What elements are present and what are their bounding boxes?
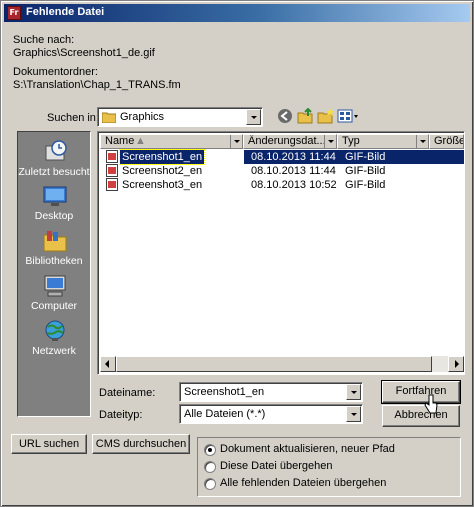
search-for-value: Graphics\Screenshot1_de.gif — [13, 47, 155, 59]
file-name: Screenshot2_en — [122, 165, 203, 177]
place-label: Desktop — [34, 210, 74, 222]
scroll-left-icon[interactable] — [100, 356, 116, 372]
filetype-label: Dateityp: — [99, 409, 143, 421]
scroll-thumb[interactable] — [116, 356, 432, 372]
search-for-label: Suche nach: — [13, 34, 75, 46]
column-filter-icon[interactable] — [324, 135, 336, 148]
window-title: Fehlende Datei — [26, 6, 105, 18]
option-label: Alle fehlenden Dateien übergehen — [220, 477, 387, 489]
filename-label: Dateiname: — [99, 387, 156, 399]
file-row[interactable]: Screenshot2_en 08.10.2013 11:44 GIF-Bild — [102, 164, 464, 178]
desktop-icon — [43, 186, 67, 206]
filetype-dropdown[interactable]: Alle Dateien (*.*) — [179, 404, 363, 424]
folder-icon — [102, 112, 116, 123]
option-skip-file-radio[interactable] — [204, 461, 216, 473]
title-bar[interactable]: Fr Fehlende Datei — [4, 4, 470, 22]
column-filter-icon[interactable] — [230, 135, 242, 148]
file-row[interactable]: Screenshot1_en 08.10.2013 11:44 GIF-Bild — [102, 149, 464, 165]
column-header-size[interactable]: Größe — [429, 134, 464, 149]
file-type: GIF-Bild — [345, 165, 386, 177]
cms-search-button[interactable]: CMS durchsuchen — [92, 434, 190, 454]
file-name: Screenshot3_en — [122, 179, 203, 191]
option-update-path-radio[interactable] — [204, 444, 216, 456]
look-in-value: Graphics — [120, 111, 165, 123]
libraries-icon — [43, 231, 67, 252]
filename-arrow[interactable] — [346, 384, 361, 400]
column-header-name[interactable]: Name ▲ — [100, 134, 243, 149]
gif-file-icon — [106, 150, 118, 163]
document-folder-value: S:\Translation\Chap_1_TRANS.fm — [13, 79, 181, 91]
file-date: 08.10.2013 11:44 — [251, 165, 336, 177]
file-type: GIF-Bild — [345, 179, 386, 191]
place-desktop[interactable]: Desktop — [18, 182, 90, 226]
place-label: Bibliotheken — [25, 255, 83, 267]
file-name: Screenshot1_en — [118, 149, 206, 165]
filename-value: Screenshot1_en — [184, 386, 265, 398]
place-computer[interactable]: Computer — [18, 272, 90, 316]
up-folder-icon[interactable] — [297, 108, 315, 124]
cancel-button[interactable]: Abbrechen — [382, 405, 460, 427]
back-icon[interactable] — [277, 108, 295, 124]
file-row[interactable]: Screenshot3_en 08.10.2013 10:52 GIF-Bild — [102, 178, 464, 192]
recent-icon — [45, 140, 67, 161]
gif-file-icon — [106, 164, 118, 177]
horizontal-scrollbar[interactable] — [100, 356, 464, 372]
column-filter-icon[interactable] — [416, 135, 428, 148]
place-label: Zuletzt besucht — [18, 166, 90, 178]
filename-combo[interactable]: Screenshot1_en — [179, 382, 363, 402]
network-icon — [45, 320, 65, 341]
computer-icon — [44, 275, 66, 297]
file-list[interactable]: Name ▲ Änderungsdat... Typ Größe Screensh… — [97, 131, 465, 375]
file-type: GIF-Bild — [345, 151, 386, 163]
filetype-arrow[interactable] — [346, 406, 361, 422]
file-date: 08.10.2013 10:52 — [251, 179, 337, 191]
document-folder-label: Dokumentordner: — [13, 66, 98, 78]
column-header-date[interactable]: Änderungsdat... — [243, 134, 337, 149]
place-libraries[interactable]: Bibliotheken — [18, 227, 90, 271]
mouse-cursor-icon — [424, 394, 438, 414]
url-search-button[interactable]: URL suchen — [11, 434, 87, 454]
place-label: Computer — [30, 300, 78, 312]
place-network[interactable]: Netzwerk — [18, 317, 90, 361]
option-label: Diese Datei übergehen — [220, 460, 333, 472]
continue-button[interactable]: Fortfahren — [381, 380, 461, 404]
filetype-value: Alle Dateien (*.*) — [184, 408, 266, 420]
place-label: Netzwerk — [32, 345, 76, 357]
look-in-arrow[interactable] — [246, 109, 261, 125]
gif-file-icon — [106, 178, 118, 191]
look-in-dropdown[interactable]: Graphics — [97, 107, 263, 127]
view-menu-icon[interactable] — [337, 108, 359, 124]
file-date: 08.10.2013 11:44 — [251, 151, 336, 163]
scroll-right-icon[interactable] — [448, 356, 464, 372]
missing-file-dialog: Fr Fehlende Datei Suche nach: Graphics\S… — [0, 0, 474, 507]
look-in-label: Suchen in: — [47, 112, 99, 124]
new-folder-icon[interactable] — [317, 108, 335, 124]
framemaker-app-icon: Fr — [7, 6, 21, 20]
place-recent[interactable]: Zuletzt besucht — [18, 138, 90, 182]
option-skip-all-radio[interactable] — [204, 478, 216, 490]
places-bar: Zuletzt besucht Desktop Bibliotheken Com… — [17, 131, 91, 417]
missing-file-options: Dokument aktualisieren, neuer Pfad Diese… — [197, 437, 461, 497]
column-header-type[interactable]: Typ — [337, 134, 429, 149]
option-label: Dokument aktualisieren, neuer Pfad — [220, 443, 395, 455]
